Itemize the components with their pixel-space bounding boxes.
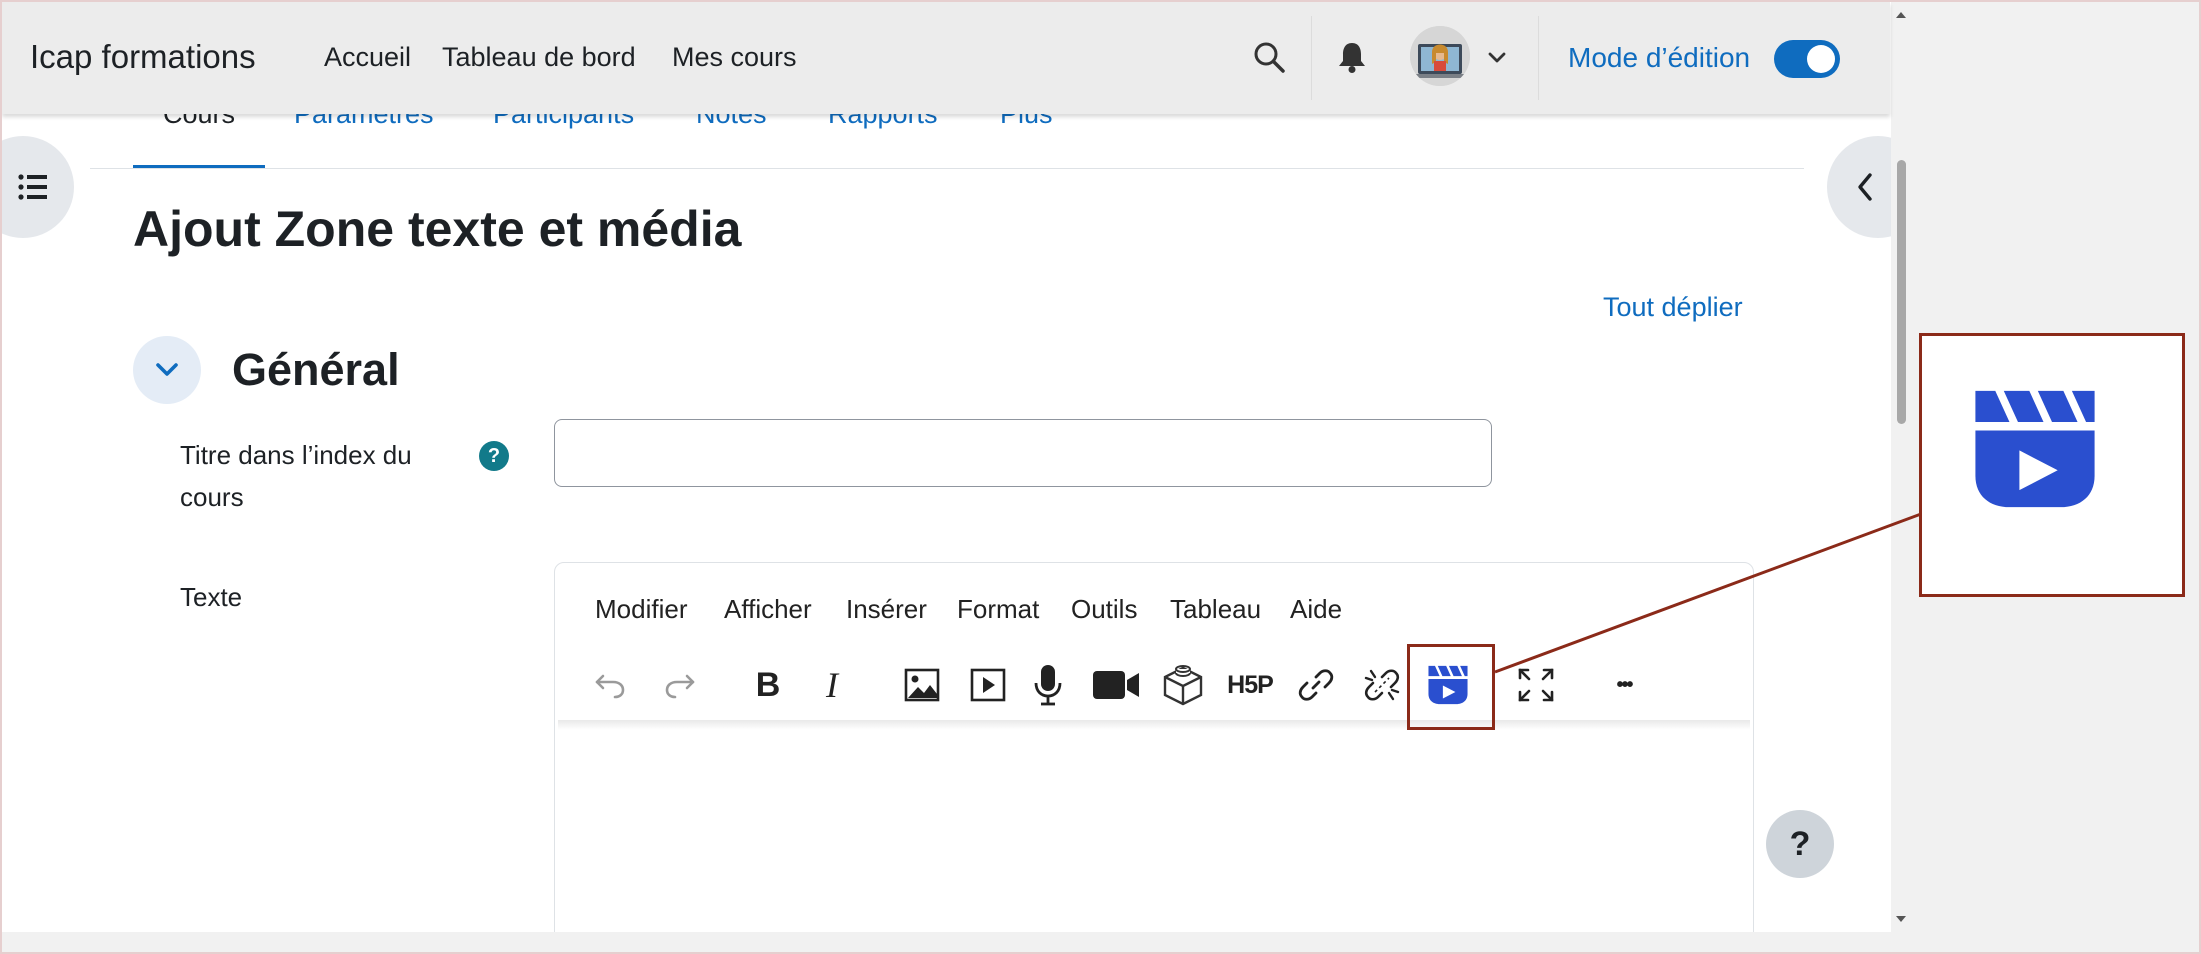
toolbar-shadow [558,720,1750,730]
section-collapse-button[interactable] [133,336,201,404]
help-icon[interactable]: ? [479,441,509,471]
site-brand[interactable]: Icap formations [30,38,256,76]
highlight-box [1407,644,1495,730]
undo-icon[interactable] [586,662,634,708]
nav-dashboard[interactable]: Tableau de bord [442,42,636,73]
more-icon[interactable]: ••• [1600,662,1648,708]
unlink-icon[interactable] [1358,662,1406,708]
editor-menu-edit[interactable]: Modifier [595,594,687,625]
navbar-separator-2 [1538,16,1539,100]
italic-icon[interactable]: I [808,662,856,708]
scrollbar-thumb[interactable] [1897,160,1906,424]
h5p-content-icon[interactable] [1159,662,1207,708]
search-icon[interactable] [1252,40,1286,74]
chevron-down-icon [156,363,178,376]
page-margin-bottom [2,932,1909,952]
navbar-separator [1311,16,1312,100]
page-title: Ajout Zone texte et média [133,201,742,257]
h5p-icon[interactable]: H5P [1224,662,1276,708]
more-glyph: ••• [1616,673,1633,696]
top-navbar: Icap formations Accueil Tableau de bord … [2,2,1890,114]
help-button[interactable]: ? [1766,810,1834,878]
user-avatar[interactable] [1410,26,1470,86]
list-icon [18,174,47,200]
scroll-down-arrow-icon[interactable] [1894,912,1908,926]
expand-all-link[interactable]: Tout déplier [1603,292,1743,323]
fullscreen-icon[interactable] [1512,662,1560,708]
course-index-drawer-toggle[interactable] [2,136,74,238]
redo-icon[interactable] [656,662,704,708]
browser-viewport: Cours Paramètres Participants Notes Rapp… [2,2,1909,932]
title-field-label-line-2: cours [180,482,244,512]
editor-menu-help[interactable]: Aide [1290,594,1342,625]
toggle-knob [1807,45,1835,73]
bold-glyph: B [755,665,781,704]
edit-mode-label: Mode d’édition [1568,42,1751,73]
nav-home[interactable]: Accueil [324,42,411,73]
text-field-label: Texte [180,582,243,612]
nav-my-courses[interactable]: Mes cours [672,42,797,73]
record-audio-icon[interactable] [1024,662,1072,708]
chevron-left-icon [1858,173,1872,201]
notifications-bell-icon[interactable] [1336,40,1368,74]
editor-menu-view[interactable]: Afficher [724,594,812,625]
clapperboard-play-icon-zoomed [1975,390,2095,508]
link-icon[interactable] [1292,662,1340,708]
scroll-up-arrow-icon[interactable] [1894,8,1908,22]
record-video-icon[interactable] [1092,662,1140,708]
title-input[interactable] [554,419,1492,487]
section-title-general: Général [232,344,400,395]
media-icon[interactable] [964,662,1012,708]
title-field-label-line-1: Titre dans l’index du [180,440,412,470]
editor-menu-insert[interactable]: Insérer [846,594,927,625]
editor-menu-table[interactable]: Tableau [1170,594,1261,625]
tabs-divider [90,168,1804,169]
scrollbar[interactable] [1891,2,1909,932]
editor-menu-tools[interactable]: Outils [1071,594,1137,625]
zoom-callout [1919,333,2185,597]
image-icon[interactable] [898,662,946,708]
user-menu-chevron-down-icon[interactable] [1486,46,1508,68]
title-field-label: Titre dans l’index du cours [180,434,470,518]
bold-icon[interactable]: B [744,662,792,708]
editor-menu-format[interactable]: Format [957,594,1039,625]
edit-mode-toggle[interactable] [1774,40,1840,78]
h5p-label: H5P [1227,670,1274,699]
italic-glyph: I [826,665,838,705]
